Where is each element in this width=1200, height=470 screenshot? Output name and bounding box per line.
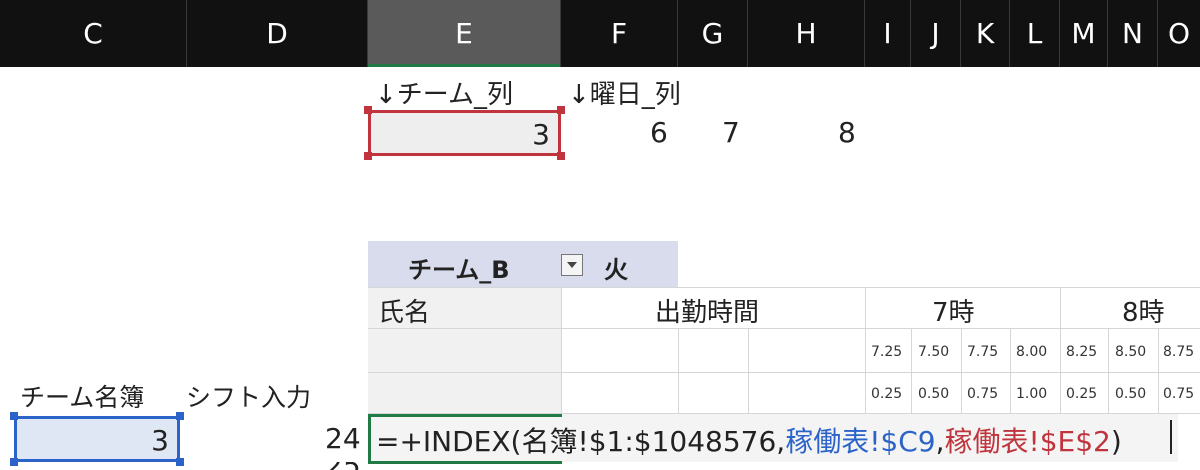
time-value-cell: 8.25 — [1066, 344, 1098, 360]
grid-line — [911, 328, 912, 413]
column-header-c[interactable]: C — [0, 0, 187, 67]
time-value-cell: 8.75 — [1163, 344, 1195, 360]
cell-f2-value: 6 — [650, 116, 668, 149]
column-header-bar: C D E F G H I J K L M N O — [0, 0, 1200, 67]
column-header-h[interactable]: H — [748, 0, 865, 67]
formula-comma: , — [935, 425, 945, 458]
grid-line — [748, 328, 749, 413]
hour8-header-cell: 8時 — [1122, 298, 1165, 328]
increment-value-cell: 0.25 — [1066, 386, 1098, 402]
cell-d10-partial: 25 — [325, 462, 361, 470]
team-roster-label: チーム名簿 — [20, 383, 145, 412]
column-header-g[interactable]: G — [678, 0, 748, 67]
time-value-cell: 7.25 — [871, 344, 903, 360]
reference-handle[interactable] — [557, 152, 565, 160]
reference-handle[interactable] — [364, 106, 372, 114]
column-header-l[interactable]: L — [1010, 0, 1060, 67]
column-header-f[interactable]: F — [561, 0, 678, 67]
column-header-i[interactable]: I — [865, 0, 911, 67]
column-header-k[interactable]: K — [961, 0, 1010, 67]
grid-line — [961, 328, 962, 413]
grid-line — [368, 287, 1200, 288]
cell-e2-referenced[interactable]: 3 — [368, 110, 561, 156]
column-header-n[interactable]: N — [1108, 0, 1158, 67]
reference-handle[interactable] — [10, 412, 18, 420]
time-value-cell: 8.50 — [1115, 344, 1147, 360]
time-value-cell: 8.00 — [1016, 344, 1048, 360]
time-value-cell: 7.50 — [918, 344, 950, 360]
increment-value-cell: 0.75 — [1163, 386, 1195, 402]
cell-g2-value: 7 — [722, 116, 740, 149]
reference-handle[interactable] — [364, 152, 372, 160]
formula-suffix: ) — [1110, 425, 1122, 458]
time-value-cell: 7.75 — [967, 344, 999, 360]
text-cursor — [1170, 420, 1172, 454]
formula-prefix: =+INDEX(名簿!$1:$1048576, — [376, 425, 786, 458]
team-header-cell: チーム_B — [408, 256, 510, 284]
column-header-j[interactable]: J — [911, 0, 961, 67]
increment-value-cell: 0.75 — [967, 386, 999, 402]
time-header-cell: 出勤時間 — [655, 298, 760, 328]
reference-handle[interactable] — [176, 458, 184, 466]
column-header-m[interactable]: M — [1060, 0, 1108, 67]
hour7-header-cell: 7時 — [932, 298, 975, 328]
grid-line — [561, 287, 562, 413]
cell-c9-value: 3 — [151, 424, 169, 457]
formula-ref-c9[interactable]: 稼働表!$C9 — [785, 425, 935, 458]
name-header-cell: 氏名 — [378, 298, 431, 328]
reference-handle[interactable] — [10, 458, 18, 466]
reference-handle[interactable] — [557, 106, 565, 114]
reference-handle[interactable] — [176, 412, 184, 420]
grid-line — [1060, 287, 1061, 413]
grid-line — [1108, 328, 1109, 413]
day-column-label: ↓曜日_列 — [568, 80, 681, 110]
increment-value-cell: 1.00 — [1016, 386, 1048, 402]
shift-input-label: シフト入力 — [186, 383, 312, 412]
grid-line — [865, 287, 866, 413]
increment-value-cell: 0.50 — [1115, 386, 1147, 402]
cell-c9-referenced[interactable]: 3 — [14, 416, 180, 462]
formula-ref-e2[interactable]: 稼働表!$E$2 — [945, 425, 1111, 458]
grid-line — [678, 328, 679, 413]
grid-line — [1010, 328, 1011, 413]
formula-editor[interactable]: =+INDEX(名簿!$1:$1048576,稼働表!$C9,稼働表!$E$2) — [376, 420, 1122, 460]
column-header-d[interactable]: D — [187, 0, 368, 67]
grid-line — [368, 372, 1200, 373]
cell-h2-value: 8 — [838, 116, 856, 149]
column-header-e[interactable]: E — [368, 0, 561, 67]
increment-value-cell: 0.25 — [871, 386, 903, 402]
increment-value-cell: 0.50 — [918, 386, 950, 402]
grid-line — [368, 328, 1200, 329]
filter-dropdown-button[interactable] — [561, 254, 583, 276]
day-value-cell: 火 — [604, 256, 628, 284]
chevron-down-icon — [567, 262, 577, 268]
team-column-label: ↓チーム_列 — [375, 80, 514, 110]
column-header-o[interactable]: O — [1158, 0, 1200, 67]
grid-line — [1158, 328, 1159, 413]
cell-e2-value: 3 — [532, 118, 550, 151]
cell-d9-value: 24 — [325, 422, 361, 455]
